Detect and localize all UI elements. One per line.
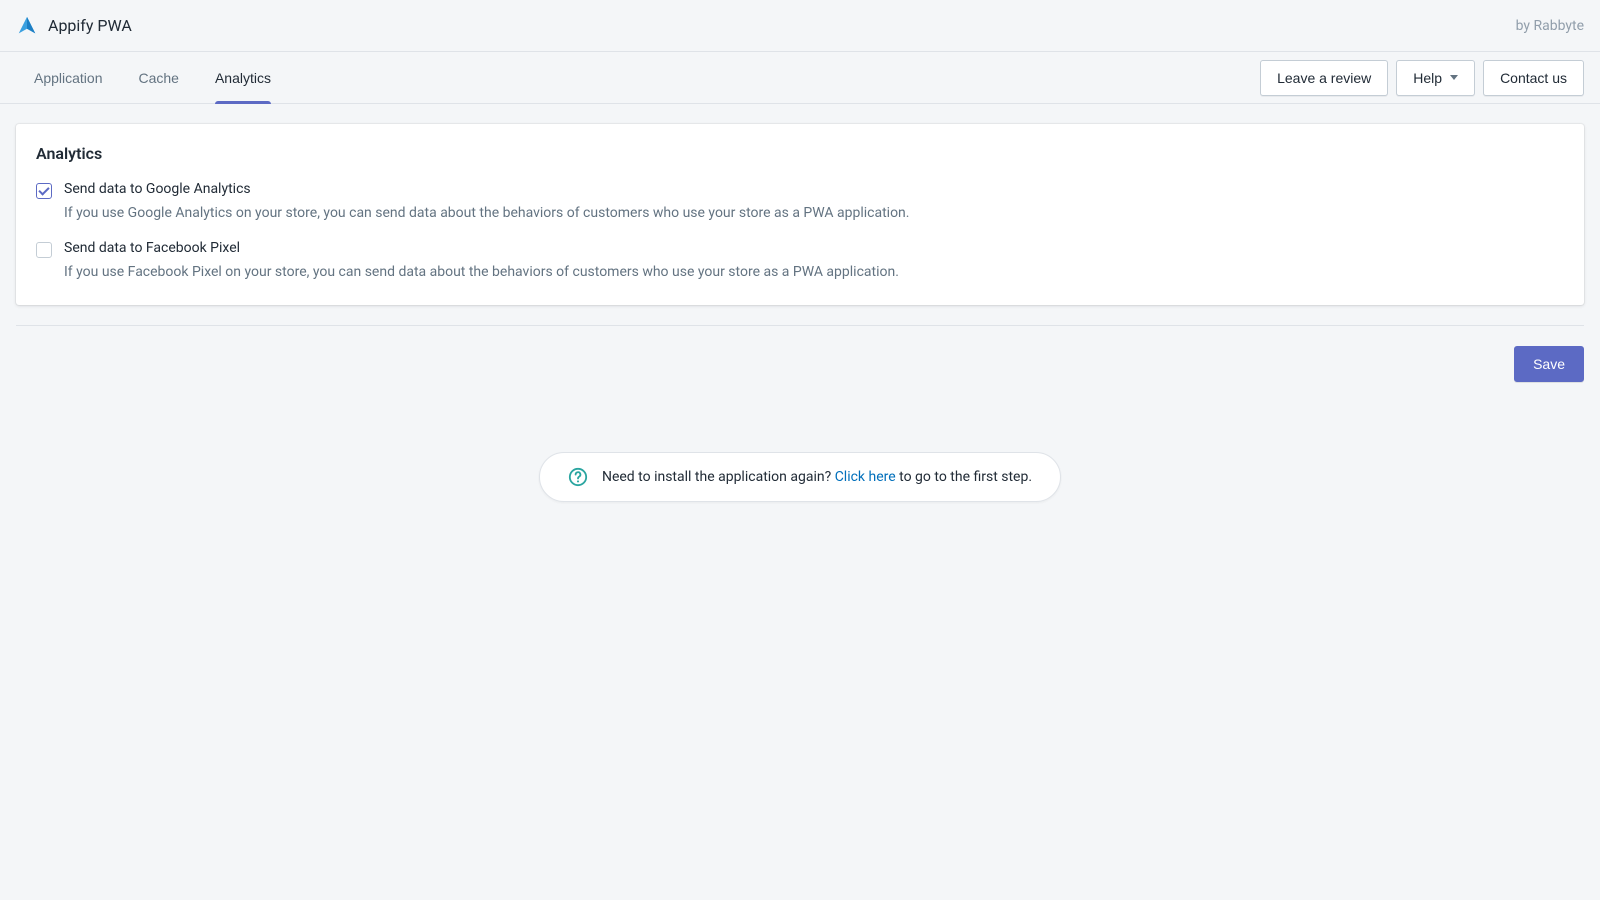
help-banner-wrap: Need to install the application again? C… xyxy=(16,452,1584,502)
option-text: Send data to Facebook Pixel If you use F… xyxy=(64,240,899,283)
app-logo-icon xyxy=(16,15,38,37)
option-description: If you use Google Analytics on your stor… xyxy=(64,203,909,224)
navbar: Application Cache Analytics Leave a revi… xyxy=(0,52,1600,104)
option-google-analytics: Send data to Google Analytics If you use… xyxy=(36,181,1564,224)
caret-down-icon xyxy=(1450,75,1458,80)
topbar: Appify PWA by Rabbyte xyxy=(0,0,1600,52)
option-label: Send data to Google Analytics xyxy=(64,181,909,197)
contact-us-button[interactable]: Contact us xyxy=(1483,60,1584,96)
option-description: If you use Facebook Pixel on your store,… xyxy=(64,262,899,283)
divider xyxy=(16,325,1584,326)
help-banner: Need to install the application again? C… xyxy=(539,452,1061,502)
option-facebook-pixel: Send data to Facebook Pixel If you use F… xyxy=(36,240,1564,283)
app-title: Appify PWA xyxy=(48,16,132,35)
tab-cache[interactable]: Cache xyxy=(121,52,197,103)
help-banner-text: Need to install the application again? C… xyxy=(602,469,1032,485)
help-banner-post: to go to the first step. xyxy=(896,469,1032,485)
nav-actions: Leave a review Help Contact us xyxy=(1260,60,1584,96)
tabs: Application Cache Analytics xyxy=(16,52,289,103)
help-banner-pre: Need to install the application again? xyxy=(602,469,835,485)
tab-application[interactable]: Application xyxy=(16,52,121,103)
topbar-left: Appify PWA xyxy=(16,15,132,37)
option-label: Send data to Facebook Pixel xyxy=(64,240,899,256)
analytics-card: Analytics Send data to Google Analytics … xyxy=(16,124,1584,305)
save-button[interactable]: Save xyxy=(1514,346,1584,382)
card-title: Analytics xyxy=(36,144,1564,163)
checkbox-facebook-pixel[interactable] xyxy=(36,242,52,258)
byline: by Rabbyte xyxy=(1516,18,1584,34)
option-text: Send data to Google Analytics If you use… xyxy=(64,181,909,224)
leave-review-button[interactable]: Leave a review xyxy=(1260,60,1388,96)
tab-analytics[interactable]: Analytics xyxy=(197,52,289,103)
question-circle-icon xyxy=(568,467,588,487)
help-button[interactable]: Help xyxy=(1396,60,1475,96)
page: Analytics Send data to Google Analytics … xyxy=(0,104,1600,542)
checkbox-google-analytics[interactable] xyxy=(36,183,52,199)
save-row: Save xyxy=(16,346,1584,382)
help-banner-link[interactable]: Click here xyxy=(835,469,896,485)
help-button-label: Help xyxy=(1413,70,1442,86)
